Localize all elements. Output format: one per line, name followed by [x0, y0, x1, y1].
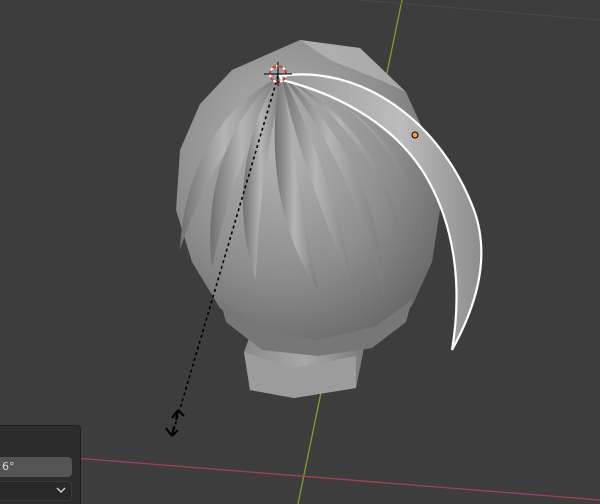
angle-field[interactable]: 6° — [0, 457, 72, 477]
viewport-scene[interactable] — [0, 0, 600, 504]
orient-dropdown[interactable] — [0, 481, 72, 501]
object-origin-icon[interactable] — [411, 131, 419, 139]
3d-viewport[interactable]: 6° — [0, 0, 600, 504]
adjust-last-operation-panel[interactable]: 6° — [0, 425, 81, 504]
grid-line — [359, 0, 600, 21]
chevron-down-icon — [56, 487, 66, 494]
